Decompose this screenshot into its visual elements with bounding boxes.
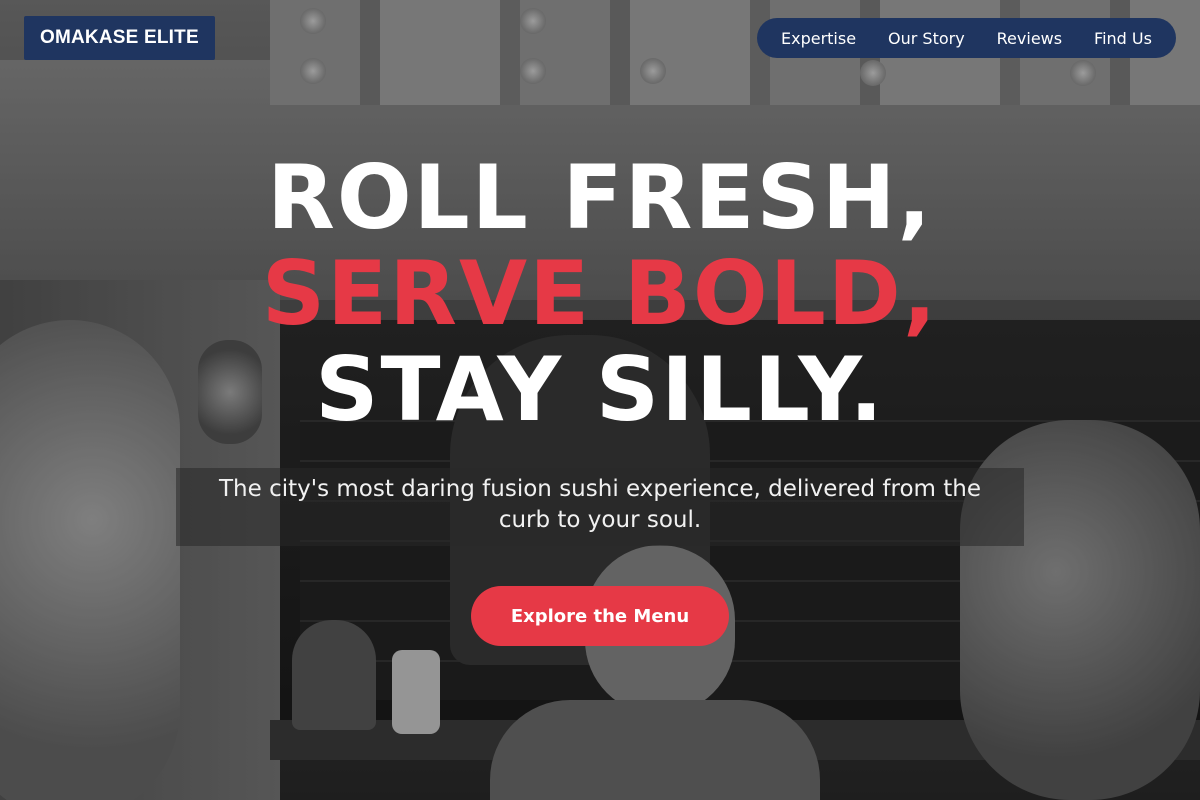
- main-nav: Expertise Our Story Reviews Find Us: [757, 18, 1176, 58]
- nav-link-find-us[interactable]: Find Us: [1094, 29, 1152, 48]
- hero-headline: ROLL FRESH, SERVE BOLD, STAY SILLY.: [0, 150, 1200, 438]
- hero-section: OMAKASE ELITE Expertise Our Story Review…: [0, 0, 1200, 800]
- nav-link-our-story[interactable]: Our Story: [888, 29, 965, 48]
- headline-line-1: ROLL FRESH,: [267, 146, 933, 249]
- explore-menu-button[interactable]: Explore the Menu: [471, 586, 729, 646]
- nav-link-reviews[interactable]: Reviews: [997, 29, 1062, 48]
- hero-subtitle: The city's most daring fusion sushi expe…: [176, 468, 1024, 546]
- headline-line-3: STAY SILLY.: [315, 338, 885, 441]
- brand-logo[interactable]: OMAKASE ELITE: [24, 16, 215, 60]
- nav-link-expertise[interactable]: Expertise: [781, 29, 856, 48]
- headline-line-2: SERVE BOLD,: [261, 242, 939, 345]
